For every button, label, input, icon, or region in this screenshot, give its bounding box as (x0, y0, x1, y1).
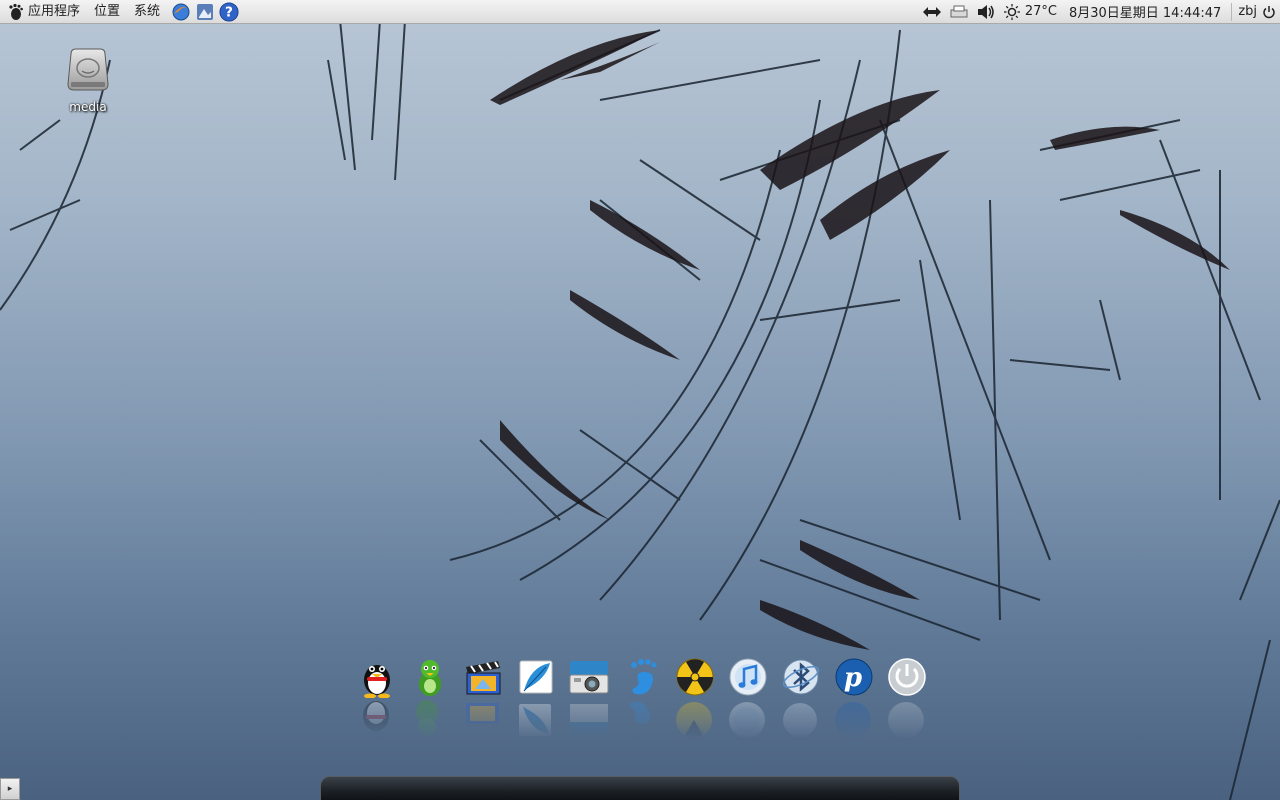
panel-left: 应用程序 位置 系统 ? (0, 0, 239, 24)
feather-icon (519, 660, 553, 694)
foot-icon (631, 659, 657, 695)
bottom-panel[interactable] (320, 776, 960, 800)
dock-item-bluetooth[interactable] (780, 656, 822, 746)
svg-text:?: ? (225, 4, 233, 20)
menu-system[interactable]: 系统 (127, 0, 167, 24)
power-icon (1263, 5, 1275, 18)
web-browser-icon[interactable] (171, 2, 191, 22)
top-panel: 应用程序 位置 系统 ? 27°C 8月30日星期日 14:44:47 zbj (0, 0, 1280, 24)
camera-icon (569, 661, 609, 694)
network-icon[interactable] (918, 0, 946, 24)
menu-applications[interactable]: 应用程序 (21, 0, 87, 24)
hard-drive-icon (67, 48, 109, 91)
dock-item-text-editor[interactable] (515, 656, 557, 746)
dock-item-music-player[interactable] (727, 656, 769, 746)
show-desktop-arrow-icon[interactable]: ▸ (0, 778, 20, 800)
dock-item-movie-player[interactable] (462, 656, 504, 746)
sun-icon (1003, 3, 1020, 20)
printer-icon[interactable] (946, 0, 972, 24)
svg-text:p: p (844, 663, 862, 693)
radiation-icon (676, 658, 714, 696)
music-note-icon (729, 658, 767, 696)
desktop-icon-label: media (69, 100, 107, 114)
bluetooth-icon (782, 659, 820, 695)
dock: p (356, 656, 928, 746)
weather-applet[interactable]: 27°C (1000, 0, 1061, 24)
green-mascot-icon (419, 660, 441, 696)
penguin-icon (364, 665, 390, 698)
clapperboard-icon (466, 661, 501, 695)
user-menu[interactable]: zbj (1234, 0, 1280, 24)
dock-item-photo-viewer[interactable] (568, 656, 610, 746)
help-icon[interactable]: ? (219, 1, 239, 22)
dock-item-qq[interactable] (356, 656, 398, 746)
photo-manager-icon[interactable] (195, 2, 215, 22)
dock-item-disc-burner[interactable] (674, 656, 716, 746)
dock-item-pidgin[interactable]: p (833, 656, 875, 746)
temperature-label: 27°C (1024, 4, 1057, 19)
panel-separator (1231, 2, 1233, 21)
dock-item-green-chat[interactable] (409, 656, 451, 746)
panel-right: 27°C 8月30日星期日 14:44:47 zbj (918, 0, 1280, 24)
username-label: zbj (1238, 4, 1257, 19)
desktop-icon-media[interactable]: media (60, 46, 116, 114)
clock[interactable]: 8月30日星期日 14:44:47 (1061, 0, 1229, 24)
letter-p-icon: p (835, 658, 873, 696)
menu-places[interactable]: 位置 (87, 0, 127, 24)
dock-item-gnome-foot[interactable] (621, 656, 663, 746)
volume-icon[interactable] (972, 0, 1000, 24)
power-button-icon (888, 658, 926, 696)
dock-item-shutdown[interactable] (886, 656, 928, 746)
